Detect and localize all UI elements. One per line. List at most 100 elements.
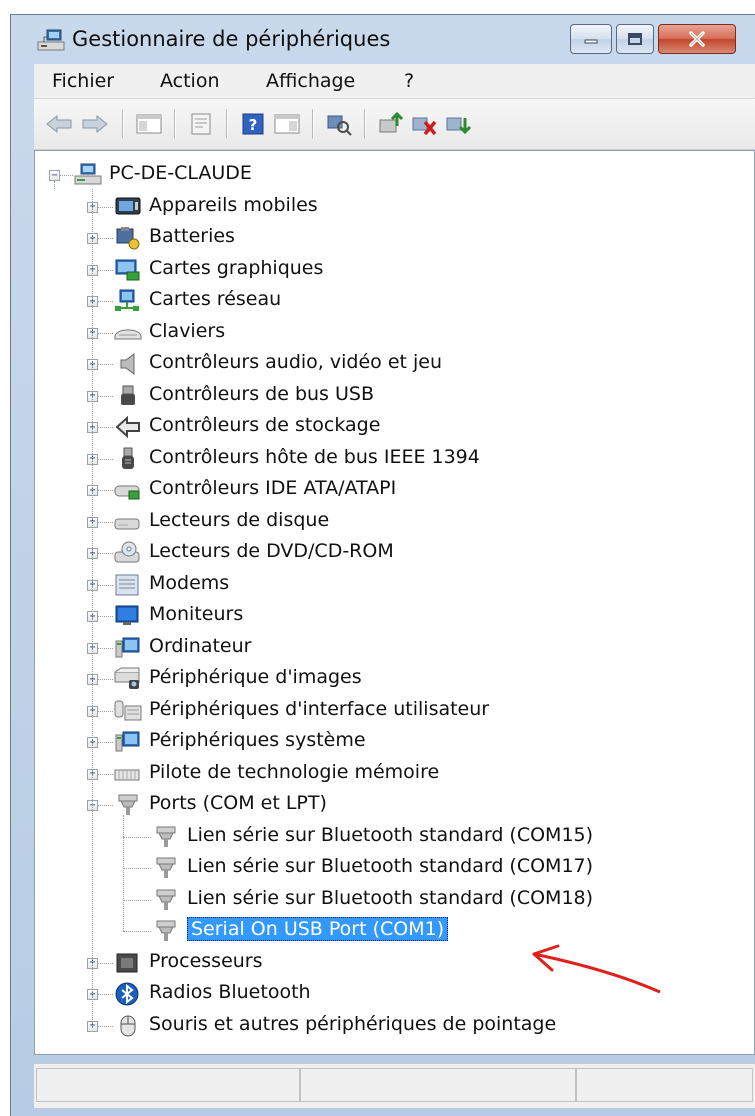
tree-root[interactable]: − PC-DE-CLAUDE: [35, 161, 754, 189]
selected-device-label[interactable]: Serial On USB Port (COM1): [187, 917, 449, 941]
tree-category-claviers[interactable]: + Claviers: [35, 319, 754, 347]
tree-category-ordinateur[interactable]: + Ordinateur: [35, 634, 754, 662]
category-label[interactable]: Ports (COM et LPT): [149, 792, 327, 814]
category-label[interactable]: Pilote de technologie mémoire: [149, 761, 439, 783]
tree-category-peripheriques-d-interface-utilisateur[interactable]: + Périphériques d'interface utilisateur: [35, 697, 754, 725]
minimize-icon: [584, 39, 598, 44]
category-label[interactable]: Contrôleurs hôte de bus IEEE 1394: [149, 446, 480, 468]
tree-category-controleurs-hote-de-bus-ieee-1394[interactable]: + Contrôleurs hôte de bus IEEE 1394: [35, 445, 754, 473]
minimize-button[interactable]: [570, 24, 612, 54]
tree-connector: [123, 931, 151, 932]
help-icon[interactable]: ?: [238, 109, 268, 139]
category-label[interactable]: Processeurs: [149, 950, 263, 972]
tree-category-pilote-de-technologie-memoire[interactable]: + Pilote de technologie mémoire: [35, 760, 754, 788]
device-label[interactable]: Lien série sur Bluetooth standard (COM17…: [187, 855, 593, 877]
category-label[interactable]: Batteries: [149, 225, 235, 247]
tree-category-controleurs-de-bus-usb[interactable]: + Contrôleurs de bus USB: [35, 382, 754, 410]
collapse-toggle[interactable]: −: [49, 170, 60, 181]
tree-connector: [123, 899, 151, 901]
show-action-pane-icon[interactable]: [272, 109, 302, 139]
menu-affichage[interactable]: Affichage: [266, 70, 355, 92]
uninstall-device-icon[interactable]: [444, 109, 474, 139]
toolbar-separator: [226, 109, 228, 139]
category-label[interactable]: Lecteurs de DVD/CD-ROM: [149, 540, 394, 562]
tree-connector: [54, 181, 55, 189]
status-section: [576, 1068, 753, 1102]
device-label[interactable]: Lien série sur Bluetooth standard (COM18…: [187, 887, 593, 909]
storage-controller-icon: [113, 414, 143, 440]
tree-connector: [98, 962, 113, 964]
computer-root-icon: [73, 162, 103, 188]
menu-fichier[interactable]: Fichier: [52, 70, 114, 92]
tree-device-lien-serie-sur-bluetooth-standard-com15[interactable]: Lien série sur Bluetooth standard (COM15…: [35, 823, 754, 851]
battery-icon: [113, 225, 143, 251]
disk-drive-icon: [113, 509, 143, 535]
tree-category-controleurs-ide-ata-atapi[interactable]: + Contrôleurs IDE ATA/ATAPI: [35, 476, 754, 504]
computer-name[interactable]: PC-DE-CLAUDE: [109, 162, 252, 184]
title-bar[interactable]: Gestionnaire de périphériques: [22, 20, 755, 60]
disable-device-icon[interactable]: [410, 109, 440, 139]
device-tree[interactable]: − PC-DE-CLAUDE + Appareils mobiles + Batterie…: [34, 150, 755, 1055]
tree-category-cartes-reseau[interactable]: + Cartes réseau: [35, 287, 754, 315]
update-driver-icon[interactable]: [376, 109, 406, 139]
category-label[interactable]: Lecteurs de disque: [149, 509, 329, 531]
forward-icon[interactable]: [80, 109, 110, 139]
category-label[interactable]: Modems: [149, 572, 229, 594]
tree-category-souris-et-autres-peripheriques-de-pointage[interactable]: + Souris et autres périphériques de point…: [35, 1012, 754, 1040]
category-label[interactable]: Contrôleurs de stockage: [149, 414, 380, 436]
tree-category-modems[interactable]: + Modems: [35, 571, 754, 599]
category-label[interactable]: Contrôleurs IDE ATA/ATAPI: [149, 477, 396, 499]
tree-category-peripherique-d-images[interactable]: + Périphérique d'images: [35, 665, 754, 693]
tree-category-moniteurs[interactable]: + Moniteurs: [35, 602, 754, 630]
tree-category-lecteurs-de-disque[interactable]: + Lecteurs de disque: [35, 508, 754, 536]
keyboard-icon: [113, 320, 143, 346]
maximize-button[interactable]: [616, 24, 654, 54]
category-label[interactable]: Périphérique d'images: [149, 666, 362, 688]
tree-connector: [98, 553, 113, 554]
scan-hardware-icon[interactable]: [324, 109, 354, 139]
category-label[interactable]: Ordinateur: [149, 635, 251, 657]
category-label[interactable]: Moniteurs: [149, 603, 243, 625]
display-adapter-icon: [113, 257, 143, 283]
device-manager-icon: [36, 28, 66, 54]
tree-connector: [123, 868, 151, 869]
tree-category-batteries[interactable]: + Batteries: [35, 224, 754, 252]
menu-help[interactable]: ?: [404, 70, 414, 92]
category-label[interactable]: Contrôleurs audio, vidéo et jeu: [149, 351, 442, 373]
toolbar-separator: [364, 109, 366, 139]
tree-category-controleurs-de-stockage[interactable]: + Contrôleurs de stockage: [35, 413, 754, 441]
tree-device-lien-serie-sur-bluetooth-standard-com17[interactable]: Lien série sur Bluetooth standard (COM17…: [35, 854, 754, 882]
tree-category-controleurs-audio-video-et-jeu[interactable]: + Contrôleurs audio, vidéo et jeu: [35, 350, 754, 378]
tree-device-lien-serie-sur-bluetooth-standard-com18[interactable]: Lien série sur Bluetooth standard (COM18…: [35, 886, 754, 914]
tree-category-cartes-graphiques[interactable]: + Cartes graphiques: [35, 256, 754, 284]
tree-category-ports-com-et-lpt[interactable]: − Ports (COM et LPT): [35, 791, 754, 819]
memory-technology-icon: [113, 761, 143, 787]
category-label[interactable]: Périphériques d'interface utilisateur: [149, 698, 489, 720]
tree-category-lecteurs-de-dvd-cd-rom[interactable]: + Lecteurs de DVD/CD-ROM: [35, 539, 754, 567]
menu-action[interactable]: Action: [160, 70, 220, 92]
back-icon[interactable]: [44, 109, 74, 139]
tree-category-peripheriques-systeme[interactable]: + Périphériques système: [35, 728, 754, 756]
close-button[interactable]: [658, 24, 736, 54]
imaging-device-icon: [113, 666, 143, 692]
category-label[interactable]: Claviers: [149, 320, 225, 342]
tree-connector: [98, 206, 113, 208]
category-label[interactable]: Appareils mobiles: [149, 194, 318, 216]
window-title: Gestionnaire de périphériques: [72, 27, 391, 51]
show-hide-console-tree-icon[interactable]: [134, 109, 164, 139]
bluetooth-icon: [113, 981, 143, 1007]
category-label[interactable]: Périphériques système: [149, 729, 366, 751]
port-icon: [151, 824, 181, 850]
category-label[interactable]: Cartes graphiques: [149, 257, 323, 279]
category-label[interactable]: Radios Bluetooth: [149, 981, 311, 1003]
tree-category-appareils-mobiles[interactable]: + Appareils mobiles: [35, 193, 754, 221]
category-label[interactable]: Souris et autres périphériques de pointa…: [149, 1013, 556, 1035]
tree-connector: [98, 994, 113, 995]
device-label[interactable]: Lien série sur Bluetooth standard (COM15…: [187, 824, 593, 846]
category-label[interactable]: Contrôleurs de bus USB: [149, 383, 374, 405]
properties-icon[interactable]: [186, 109, 216, 139]
status-bar: [34, 1063, 755, 1108]
menu-bar: Fichier Action Affichage ?: [34, 64, 755, 99]
tree-connector: [98, 742, 113, 743]
category-label[interactable]: Cartes réseau: [149, 288, 281, 310]
